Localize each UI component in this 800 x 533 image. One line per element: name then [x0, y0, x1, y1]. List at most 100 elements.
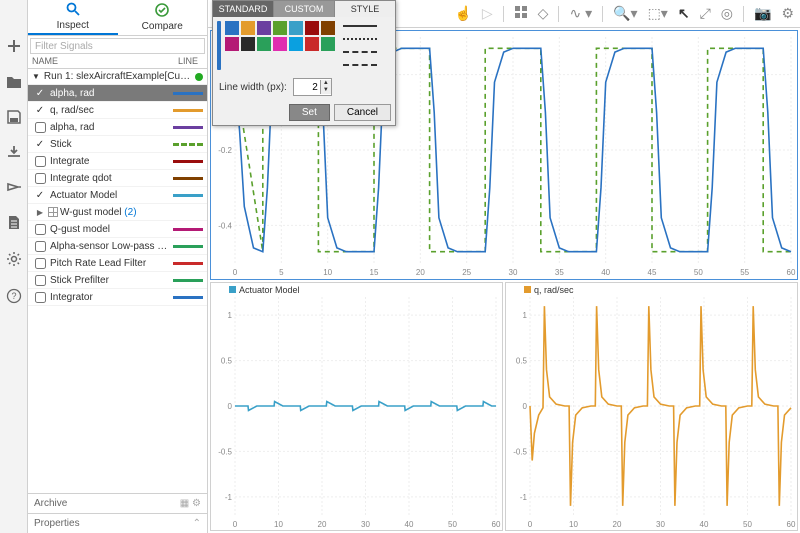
signal-row[interactable]: ▶W-gust model (2) — [28, 204, 207, 221]
linestyle-solid[interactable] — [343, 21, 377, 31]
line-width-spinner[interactable]: ▲▼ — [293, 78, 332, 96]
tab-compare-label: Compare — [142, 21, 183, 32]
signal-row[interactable]: Q-gust model — [28, 221, 207, 238]
fit-icon[interactable]: ⤢ — [700, 5, 711, 22]
download-icon[interactable] — [6, 145, 22, 162]
run-row[interactable]: ▼ Run 1: slexAircraftExample[Current] — [28, 69, 207, 85]
color-swatch[interactable] — [225, 37, 239, 51]
color-swatch[interactable] — [241, 21, 255, 35]
color-swatch[interactable] — [289, 37, 303, 51]
camera-icon[interactable]: 📷 — [754, 5, 771, 22]
archive-section[interactable]: Archive ▦ ⚙ — [28, 493, 207, 513]
signal-name: Integrator — [48, 292, 173, 303]
signal-checkbox[interactable]: ✓ — [32, 139, 48, 150]
signal-checkbox[interactable] — [32, 156, 48, 167]
color-swatch[interactable] — [305, 37, 319, 51]
signal-row[interactable]: Integrate — [28, 153, 207, 170]
color-swatch[interactable] — [273, 21, 287, 35]
signal-checkbox[interactable]: ✓ — [32, 190, 48, 201]
signal-row[interactable]: ✓Stick — [28, 136, 207, 153]
popup-tab-style[interactable]: STYLE — [335, 1, 395, 17]
svg-text:15: 15 — [370, 268, 379, 277]
signal-line-preview — [173, 279, 203, 282]
color-swatch[interactable] — [321, 37, 335, 51]
pointer-icon[interactable]: ↖ — [678, 5, 690, 22]
run-label: Run 1: slexAircraftExample[Current] — [44, 71, 191, 82]
svg-text:60: 60 — [492, 520, 501, 529]
signal-checkbox[interactable] — [32, 258, 48, 269]
plot-bottom-right[interactable]: q, rad/sec -1-0.500.510102030405060 — [505, 282, 798, 532]
signal-row[interactable]: Integrator — [28, 289, 207, 306]
spin-down-icon[interactable]: ▼ — [321, 87, 331, 94]
region-icon[interactable]: ⬚▾ — [648, 5, 668, 22]
wave-icon[interactable]: ∿ ▾ — [569, 5, 592, 22]
folder-icon[interactable] — [6, 75, 22, 92]
set-button[interactable]: Set — [289, 104, 330, 121]
help-icon[interactable]: ? — [6, 288, 22, 307]
tab-inspect[interactable]: Inspect — [28, 0, 118, 35]
eraser-icon[interactable]: ◇ — [538, 5, 549, 22]
signal-checkbox[interactable]: ✓ — [32, 88, 48, 99]
popup-tab-standard[interactable]: STANDARD — [213, 1, 274, 17]
plus-icon[interactable] — [6, 38, 22, 57]
color-swatch[interactable] — [273, 37, 287, 51]
svg-text:0: 0 — [233, 520, 238, 529]
cancel-button[interactable]: Cancel — [334, 104, 391, 121]
color-swatch[interactable] — [305, 21, 319, 35]
signal-row[interactable]: ✓alpha, rad — [28, 85, 207, 102]
linestyle-dashdot[interactable] — [343, 60, 377, 70]
status-dot-icon — [195, 73, 203, 81]
linestyle-dotted[interactable] — [343, 34, 377, 44]
color-swatch[interactable] — [289, 21, 303, 35]
signal-row[interactable]: alpha, rad — [28, 119, 207, 136]
archive-label: Archive — [34, 498, 67, 509]
color-swatch[interactable] — [225, 21, 239, 35]
play-icon[interactable]: ▷ — [482, 5, 493, 22]
chevron-up-icon: ⌃ — [193, 518, 201, 529]
signal-checkbox[interactable] — [32, 224, 48, 235]
share-icon[interactable] — [6, 180, 22, 197]
popup-tab-custom[interactable]: CUSTOM — [274, 1, 335, 17]
plot-bottom-left[interactable]: Actuator Model -1-0.500.510102030405060 — [210, 282, 503, 532]
signal-checkbox[interactable] — [32, 292, 48, 303]
spin-up-icon[interactable]: ▲ — [321, 80, 331, 87]
color-swatch[interactable] — [257, 21, 271, 35]
document-icon[interactable] — [8, 215, 20, 233]
signal-row[interactable]: Integrate qdot — [28, 170, 207, 187]
signal-row[interactable]: Alpha-sensor Low-pass Filter — [28, 238, 207, 255]
signal-checkbox[interactable] — [32, 173, 48, 184]
signal-checkbox[interactable]: ✓ — [32, 105, 48, 116]
svg-text:10: 10 — [569, 520, 578, 529]
signal-row[interactable]: Pitch Rate Lead Filter — [28, 255, 207, 272]
target-icon[interactable]: ◎ — [721, 5, 733, 22]
signal-row[interactable]: ✓q, rad/sec — [28, 102, 207, 119]
line-width-input[interactable] — [294, 82, 320, 93]
signal-checkbox[interactable] — [32, 122, 48, 133]
svg-text:50: 50 — [743, 520, 752, 529]
grid-layout-icon[interactable] — [514, 5, 528, 22]
archive-icons: ▦ ⚙ — [180, 498, 201, 509]
svg-text:40: 40 — [405, 520, 414, 529]
properties-section[interactable]: Properties ⌃ — [28, 513, 207, 533]
signal-header: NAME LINE — [28, 54, 207, 69]
signal-checkbox[interactable]: ▶ — [32, 208, 48, 217]
signal-checkbox[interactable] — [32, 275, 48, 286]
settings-gear-icon[interactable] — [6, 251, 22, 270]
linestyle-dashed[interactable] — [343, 47, 377, 57]
svg-text:1: 1 — [228, 311, 233, 320]
save-icon[interactable] — [7, 110, 21, 127]
color-swatch[interactable] — [321, 21, 335, 35]
color-swatch[interactable] — [241, 37, 255, 51]
signal-checkbox[interactable] — [32, 241, 48, 252]
gear-icon[interactable]: ⚙ — [781, 5, 794, 22]
zoom-icon[interactable]: 🔍▾ — [613, 5, 637, 22]
tab-compare[interactable]: Compare — [118, 0, 208, 35]
line-width-label: Line width (px): — [219, 82, 287, 93]
color-swatch[interactable] — [257, 37, 271, 51]
fingerprint-icon[interactable]: ☝ — [454, 5, 471, 22]
svg-text:1: 1 — [523, 311, 528, 320]
filter-signals-input[interactable]: Filter Signals — [30, 38, 205, 54]
signal-row[interactable]: ✓Actuator Model — [28, 187, 207, 204]
header-name: NAME — [32, 56, 173, 66]
signal-row[interactable]: Stick Prefilter — [28, 272, 207, 289]
